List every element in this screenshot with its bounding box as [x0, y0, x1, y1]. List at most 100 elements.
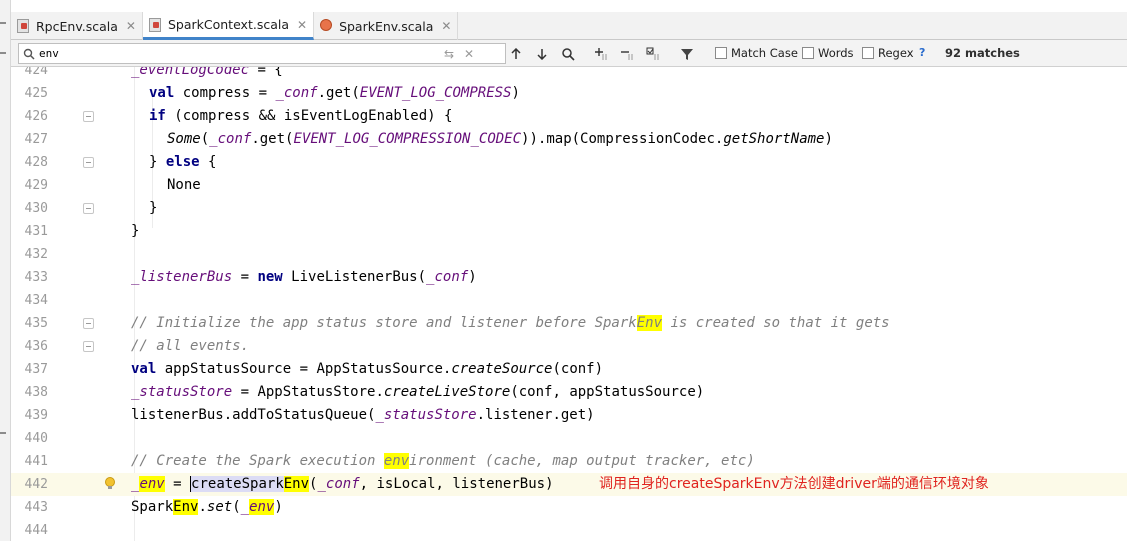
regex-checkbox[interactable]: [862, 47, 874, 59]
code-line: 443 SparkEnv.set(_env): [11, 496, 1127, 519]
words-checkbox[interactable]: [802, 47, 814, 59]
line-number: 425: [24, 86, 48, 101]
tab-sparkcontext[interactable]: SparkContext.scala ✕: [142, 12, 315, 40]
match-case-checkbox[interactable]: [715, 47, 727, 59]
select-all-occurrences-icon[interactable]: [644, 44, 664, 63]
filter-icon[interactable]: [677, 44, 697, 63]
unselect-occurrence-icon[interactable]: [618, 44, 638, 63]
line-number: 444: [24, 523, 48, 538]
fold-marker-icon[interactable]: [83, 157, 94, 168]
editor-tab-bar: RpcEnv.scala ✕ SparkContext.scala ✕ Spar…: [11, 12, 1127, 40]
code-line: 425 val compress = _conf.get(EVENT_LOG_C…: [11, 82, 1127, 105]
code-text: } else {: [149, 154, 217, 170]
code-editor[interactable]: 424 _eventLogCodec = { 425 val compress …: [11, 67, 1127, 541]
line-number: 437: [24, 362, 48, 377]
regex-option[interactable]: Regex: [862, 46, 914, 60]
code-comment: // all events.: [131, 338, 250, 354]
fold-marker-icon[interactable]: [83, 318, 94, 329]
tab-label: SparkEnv.scala: [339, 18, 434, 34]
line-number: 438: [24, 385, 48, 400]
annotation-text: 调用自身的createSparkEnv方法创建driver端的通信环境对象: [599, 476, 989, 492]
fold-marker-icon[interactable]: [83, 203, 94, 214]
search-match: Env: [636, 315, 663, 331]
line-number: 431: [24, 224, 48, 239]
left-tool-strip: [0, 0, 11, 541]
code-line: 435 // Initialize the app status store a…: [11, 312, 1127, 335]
code-text: Some(_conf.get(EVENT_LOG_COMPRESSION_COD…: [167, 131, 833, 147]
scala-object-icon: [320, 19, 334, 33]
line-number: 434: [24, 293, 48, 308]
code-line: 437 val appStatusSource = AppStatusSourc…: [11, 358, 1127, 381]
previous-occurrence-icon[interactable]: [506, 44, 526, 63]
match-case-option[interactable]: Match Case: [715, 46, 798, 60]
strip-mark: [0, 432, 6, 434]
tab-label: RpcEnv.scala: [36, 18, 118, 34]
search-match: Env: [283, 476, 310, 492]
line-number: 428: [24, 155, 48, 170]
strip-mark: [0, 52, 6, 54]
close-icon[interactable]: ✕: [441, 19, 451, 33]
line-number: 440: [24, 431, 48, 446]
line-number: 429: [24, 178, 48, 193]
words-option[interactable]: Words: [802, 46, 854, 60]
search-field-container: ⇆ ✕: [18, 43, 506, 64]
search-match: env: [383, 453, 410, 469]
find-in-path-icon[interactable]: [558, 44, 578, 63]
tab-label: SparkContext.scala: [167, 17, 289, 32]
code-text: None: [167, 177, 201, 193]
code-line: 433 _listenerBus = new LiveListenerBus(_…: [11, 266, 1127, 289]
search-icon[interactable]: [19, 48, 39, 60]
line-number: 435: [24, 316, 48, 331]
words-label: Words: [818, 46, 854, 60]
close-icon[interactable]: ✕: [126, 19, 136, 33]
code-line: 428 } else {: [11, 151, 1127, 174]
code-text: SparkEnv.set(_env): [131, 499, 283, 515]
line-number: 430: [24, 201, 48, 216]
line-number: 433: [24, 270, 48, 285]
code-line: 436 // all events.: [11, 335, 1127, 358]
line-number: 427: [24, 132, 48, 147]
code-line: 426 if (compress && isEventLogEnabled) {: [11, 105, 1127, 128]
next-occurrence-icon[interactable]: [532, 44, 552, 63]
code-comment: // Initialize the app status store and l…: [131, 315, 890, 331]
code-line: 431 }: [11, 220, 1127, 243]
line-number: 442: [24, 477, 48, 492]
code-line: 430 }: [11, 197, 1127, 220]
tab-rpcenv[interactable]: RpcEnv.scala ✕: [11, 12, 143, 40]
code-line: 434: [11, 289, 1127, 312]
code-line: 424 _eventLogCodec = {: [11, 67, 1127, 82]
code-line: 438 _statusStore = AppStatusStore.create…: [11, 381, 1127, 404]
match-count: 92 matches: [945, 46, 1020, 60]
code-line: 432: [11, 243, 1127, 266]
clear-search-icon[interactable]: ✕: [459, 47, 479, 61]
new-line-icon[interactable]: ⇆: [439, 47, 459, 61]
intention-bulb-icon[interactable]: [104, 476, 116, 492]
regex-label: Regex: [878, 46, 914, 60]
line-number: 432: [24, 247, 48, 262]
regex-help-link[interactable]: ?: [919, 46, 925, 59]
code-text: }: [149, 200, 158, 216]
strip-mark: [0, 22, 6, 24]
code-line: 429 None: [11, 174, 1127, 197]
line-number: 443: [24, 500, 48, 515]
code-text: if (compress && isEventLogEnabled) {: [149, 108, 453, 124]
code-text: _listenerBus = new LiveListenerBus(_conf…: [131, 269, 477, 285]
tab-sparkenv[interactable]: SparkEnv.scala ✕: [314, 12, 459, 40]
fold-marker-icon[interactable]: [83, 341, 94, 352]
code-line: 441 // Create the Spark execution enviro…: [11, 450, 1127, 473]
code-text: _statusStore = AppStatusStore.createLive…: [131, 384, 705, 400]
code-line-current: 442 _env = createSparkEnv(_conf, isLocal…: [11, 473, 1127, 496]
line-number: 424: [24, 67, 48, 78]
add-selection-next-icon[interactable]: [592, 44, 612, 63]
code-text: _env = createSparkEnv(_conf, isLocal, li…: [131, 476, 554, 492]
fold-marker-icon[interactable]: [83, 111, 94, 122]
code-line: 427 Some(_conf.get(EVENT_LOG_COMPRESSION…: [11, 128, 1127, 151]
close-icon[interactable]: ✕: [297, 18, 307, 32]
code-text: val compress = _conf.get(EVENT_LOG_COMPR…: [149, 85, 520, 101]
match-case-label: Match Case: [731, 46, 798, 60]
code-line: 444: [11, 519, 1127, 541]
scala-file-icon: [17, 19, 31, 33]
search-input[interactable]: [39, 44, 439, 63]
line-number: 426: [24, 109, 48, 124]
code-text: val appStatusSource = AppStatusSource.cr…: [131, 361, 604, 377]
